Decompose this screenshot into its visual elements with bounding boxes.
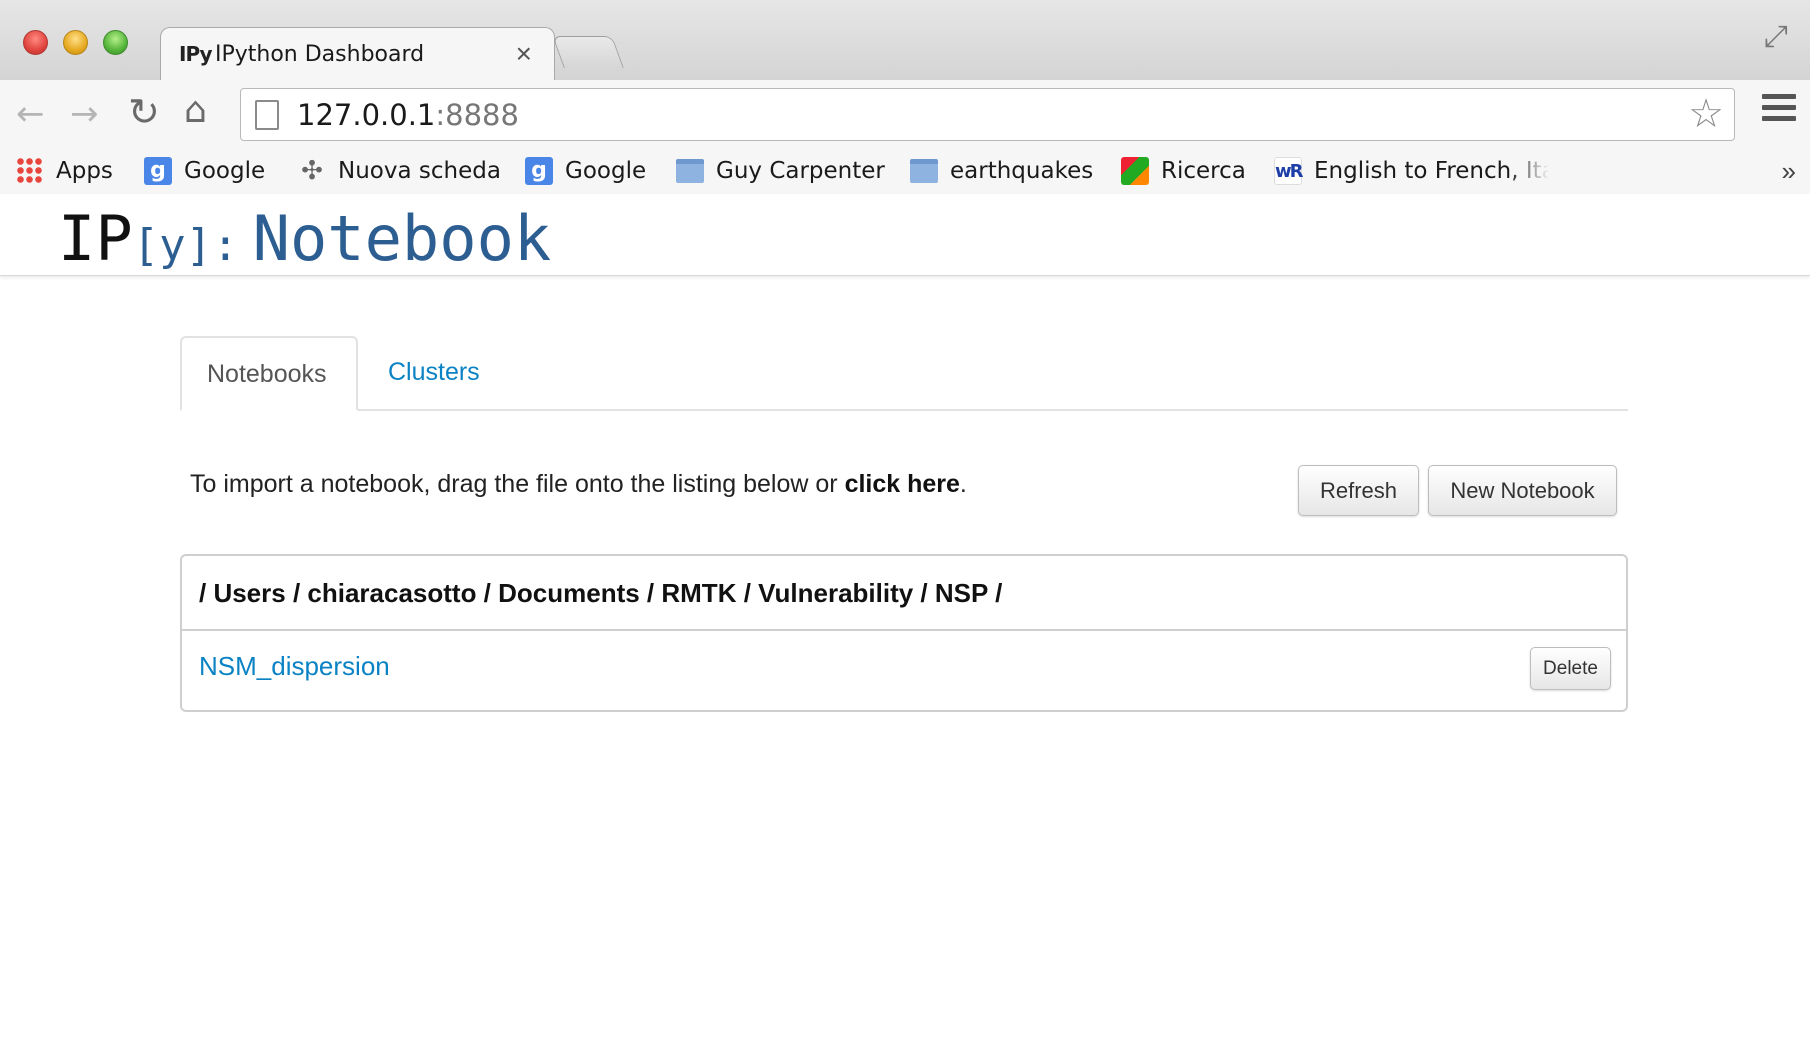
wordreference-icon: wR (1274, 157, 1304, 185)
home-icon[interactable]: ⌂ (184, 90, 207, 131)
import-text-suffix: . (959, 470, 967, 498)
bookmark-label: earthquakes (950, 158, 1094, 184)
folder-icon (676, 159, 704, 183)
bookmark-earthquakes[interactable]: earthquakes (910, 154, 1093, 188)
listing-path-breadcrumb: / Users / chiaracasotto / Documents / RM… (199, 578, 1003, 608)
notebook-listing[interactable]: / Users / chiaracasotto / Documents / RM… (180, 554, 1628, 712)
bookmark-guy-carpenter[interactable]: Guy Carpenter (676, 154, 885, 188)
new-notebook-button[interactable]: New Notebook (1428, 465, 1617, 516)
bookmark-label: Ricerca (1161, 158, 1246, 184)
address-bar[interactable]: 127.0.0.1:8888 ☆ (240, 88, 1735, 141)
bookmark-label: Nuova scheda (338, 158, 501, 184)
bookmark-star-icon[interactable]: ☆ (1688, 91, 1724, 137)
window-titlebar: IPy IPython Dashboard × ⤢ (0, 0, 1810, 80)
logo-y: [y]: (132, 220, 239, 271)
puzzle-icon: ✣ (301, 156, 323, 186)
url-port: :8888 (435, 98, 519, 132)
ipython-notebook-logo[interactable]: IP[y]: Notebook (58, 202, 551, 275)
page-icon (255, 100, 279, 130)
ipython-favicon-icon: IPy (179, 42, 212, 66)
reload-icon[interactable]: ↻ (128, 90, 160, 134)
bookmark-wordreference[interactable]: wR English to French, Ita (1274, 154, 1549, 188)
bookmark-ricerca[interactable]: Ricerca (1121, 154, 1246, 188)
ipython-header: IP[y]: Notebook (0, 194, 1810, 276)
tab-notebooks[interactable]: Notebooks (180, 336, 358, 411)
bookmark-label: Guy Carpenter (716, 158, 885, 184)
apps-grid-icon (16, 157, 44, 185)
bookmark-apps[interactable]: Apps (16, 154, 113, 188)
bookmark-label: Google (565, 158, 647, 184)
folder-icon (910, 159, 938, 183)
logo-ip: IP (58, 202, 133, 275)
tab-clusters[interactable]: Clusters (363, 336, 505, 411)
refresh-button[interactable]: Refresh (1298, 465, 1419, 516)
back-arrow-icon[interactable]: ← (16, 94, 45, 134)
google-icon: g (144, 157, 172, 185)
bookmark-nuova-scheda[interactable]: ✣ Nuova scheda (298, 154, 501, 188)
browser-tab-active[interactable]: IPy IPython Dashboard × (160, 27, 555, 80)
dashboard-tabs: Notebooks Clusters (180, 336, 1628, 411)
forward-arrow-icon[interactable]: → (70, 94, 99, 134)
click-here-link[interactable]: click here (845, 470, 960, 498)
import-text-prefix: To import a notebook, drag the file onto… (190, 470, 845, 498)
minimize-window-button[interactable] (63, 30, 88, 55)
listing-divider (182, 629, 1626, 631)
ricerca-icon (1121, 157, 1149, 185)
close-tab-icon[interactable]: × (516, 38, 532, 70)
new-tab-button[interactable] (552, 36, 624, 68)
import-instructions: To import a notebook, drag the file onto… (190, 470, 967, 499)
url-host: 127.0.0.1 (297, 98, 436, 132)
delete-button[interactable]: Delete (1530, 647, 1611, 690)
chrome-menu-icon[interactable] (1762, 94, 1796, 124)
bookmarks-overflow-chevron-icon[interactable]: » (1782, 156, 1796, 187)
bookmark-label: Google (184, 158, 266, 184)
browser-tab-title: IPython Dashboard (215, 42, 425, 67)
logo-notebook: Notebook (252, 202, 552, 275)
address-url: 127.0.0.1:8888 (297, 98, 519, 132)
notebook-link-nsm-dispersion[interactable]: NSM_dispersion (199, 651, 390, 682)
bookmark-label: Apps (56, 158, 113, 184)
fullscreen-icon[interactable]: ⤢ (1764, 20, 1788, 54)
bookmark-google-2[interactable]: g Google (525, 154, 646, 188)
bookmark-google[interactable]: g Google (144, 154, 265, 188)
bookmark-label: English to French, Ita (1314, 158, 1549, 184)
zoom-window-button[interactable] (103, 30, 128, 55)
close-window-button[interactable] (23, 30, 48, 55)
google-icon: g (525, 157, 553, 185)
